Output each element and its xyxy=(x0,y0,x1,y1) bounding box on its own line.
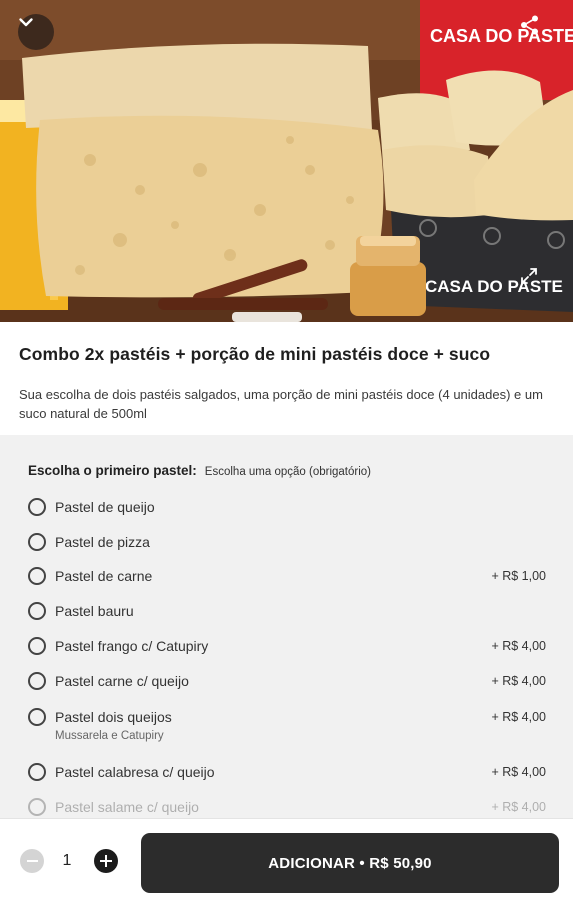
option-label: Pastel carne c/ queijo xyxy=(55,673,189,689)
option-label: Pastel bauru xyxy=(55,603,134,619)
options-group-subtitle: Escolha uma opção (obrigatório) xyxy=(204,466,371,478)
option-pastel-bauru[interactable]: Pastel bauru xyxy=(28,602,546,620)
add-to-cart-button[interactable]: ADICIONAR • R$ 50,90 xyxy=(141,833,559,893)
option-pastel-dois-queijos[interactable]: Pastel dois queijos Mussarela e Catupiry… xyxy=(28,708,546,742)
option-price: + R$ 1,00 xyxy=(491,569,546,583)
radio-button[interactable] xyxy=(28,567,46,585)
option-label: Pastel de queijo xyxy=(55,499,155,515)
options-group-title: Escolha o primeiro pastel: xyxy=(28,463,197,478)
option-price: + R$ 4,00 xyxy=(491,800,546,814)
radio-button[interactable] xyxy=(28,498,46,516)
bottom-action-bar: 1 ADICIONAR • R$ 50,90 xyxy=(0,818,573,900)
product-title: Combo 2x pastéis + porção de mini pastéi… xyxy=(19,344,491,364)
option-label: Pastel calabresa c/ queijo xyxy=(55,764,215,780)
expand-icon xyxy=(521,268,537,284)
product-photo: CASA DO PASTE CASA DO PASTE xyxy=(0,0,573,322)
option-pastel-frango-catupiry[interactable]: Pastel frango c/ Catupiry + R$ 4,00 xyxy=(28,637,546,655)
share-button[interactable] xyxy=(519,14,555,50)
product-info: Combo 2x pastéis + porção de mini pastéi… xyxy=(0,322,573,435)
decrease-quantity-button[interactable] xyxy=(20,849,44,873)
option-label: Pastel frango c/ Catupiry xyxy=(55,638,209,654)
option-sublabel: Mussarela e Catupiry xyxy=(55,730,164,742)
option-price: + R$ 4,00 xyxy=(491,710,546,724)
expand-image-button[interactable] xyxy=(519,266,555,302)
option-pastel-calabresa-queijo[interactable]: Pastel calabresa c/ queijo + R$ 4,00 xyxy=(28,763,546,781)
product-image: CASA DO PASTE CASA DO PASTE xyxy=(0,0,573,322)
quantity-value: 1 xyxy=(62,852,72,869)
option-pastel-salame-queijo[interactable]: Pastel salame c/ queijo + R$ 4,00 xyxy=(28,798,546,816)
collapse-button[interactable] xyxy=(18,14,54,50)
radio-button[interactable] xyxy=(28,763,46,781)
options-section[interactable]: Escolha o primeiro pastel: Escolha uma o… xyxy=(0,435,573,818)
radio-button[interactable] xyxy=(28,533,46,551)
option-price: + R$ 4,00 xyxy=(491,639,546,653)
options-group-header: Escolha o primeiro pastel: Escolha uma o… xyxy=(28,463,371,478)
minus-icon xyxy=(26,860,38,862)
product-description: Sua escolha de dois pastéis salgados, um… xyxy=(19,387,543,421)
option-label: Pastel de pizza xyxy=(55,534,150,550)
share-icon xyxy=(521,15,538,35)
option-label: Pastel salame c/ queijo xyxy=(55,799,199,815)
option-label: Pastel de carne xyxy=(55,568,153,584)
radio-button[interactable] xyxy=(28,637,46,655)
option-price: + R$ 4,00 xyxy=(491,765,546,779)
option-pastel-de-queijo[interactable]: Pastel de queijo xyxy=(28,498,546,516)
radio-button[interactable] xyxy=(28,708,46,726)
option-price: + R$ 4,00 xyxy=(491,674,546,688)
radio-button[interactable] xyxy=(28,602,46,620)
radio-button[interactable] xyxy=(28,672,46,690)
option-label: Pastel dois queijos xyxy=(55,709,172,725)
chevron-down-icon xyxy=(19,18,33,27)
radio-button[interactable] xyxy=(28,798,46,816)
increase-quantity-button[interactable] xyxy=(94,849,118,873)
option-pastel-de-pizza[interactable]: Pastel de pizza xyxy=(28,533,546,551)
option-pastel-carne-queijo[interactable]: Pastel carne c/ queijo + R$ 4,00 xyxy=(28,672,546,690)
option-pastel-de-carne[interactable]: Pastel de carne + R$ 1,00 xyxy=(28,567,546,585)
